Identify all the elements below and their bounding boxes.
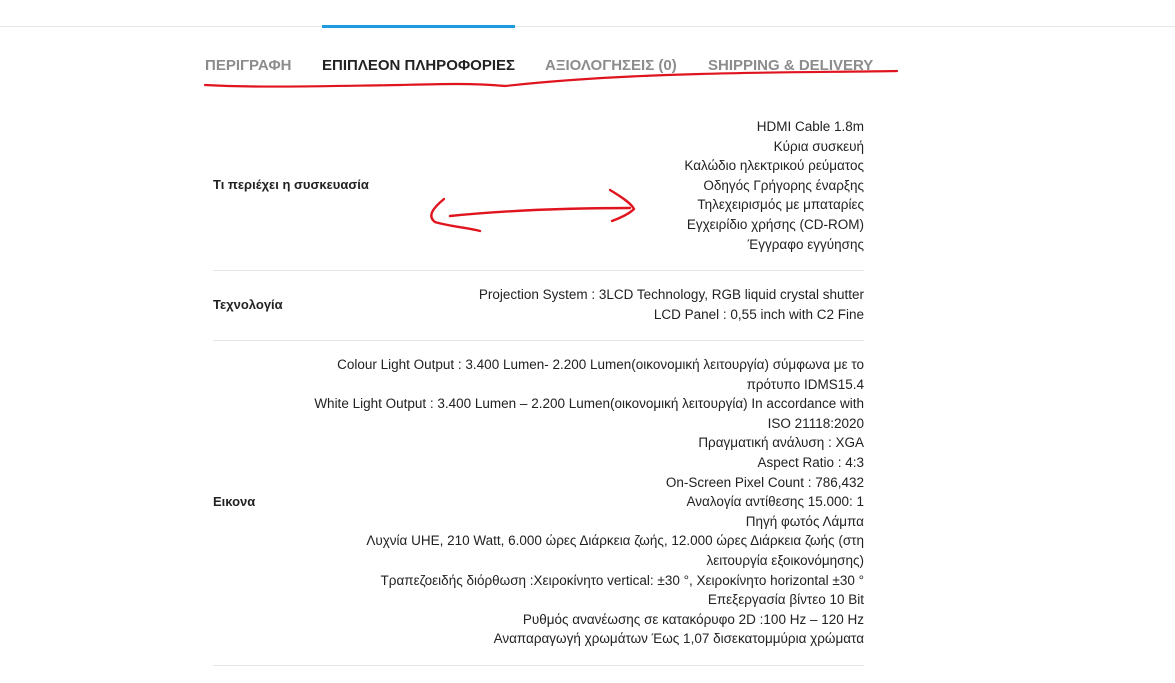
spec-value: Λυχνία UHE, 210 Watt, 6.000 ώρες Διάρκει… xyxy=(366,533,864,549)
spec-value: Τηλεχειρισμός με μπαταρίες xyxy=(697,197,864,213)
spec-value: Κύρια συσκευή xyxy=(773,138,864,154)
tab-additional-information[interactable]: ΕΠΙΠΛΕΟΝ ΠΛΗΡΟΦΟΡΙΕΣ xyxy=(322,57,515,74)
spec-value: Αναλογία αντίθεσης 15.000: 1 xyxy=(686,494,864,510)
spec-value: White Light Output : 3.400 Lumen – 2.200… xyxy=(314,396,864,412)
spec-value: Aspect Ratio : 4:3 xyxy=(757,454,864,470)
spec-value: Αναπαραγωγή χρωμάτων Έως 1,07 δισεκατομμ… xyxy=(493,631,864,647)
spec-value: On-Screen Pixel Count : 786,432 xyxy=(665,474,864,490)
spec-value: Καλώδιο ηλεκτρικού ρεύματος xyxy=(684,158,864,174)
spec-value: Πραγματική ανάλυση : XGA xyxy=(698,435,864,451)
spec-value: Εγχειρίδιο χρήσης (CD-ROM) xyxy=(686,216,864,232)
spec-value: Επεξεργασία βίντεο 10 Bit xyxy=(707,592,864,608)
spec-label-image: Εικονα xyxy=(213,494,256,509)
spec-value: Colour Light Output : 3.400 Lumen- 2.200… xyxy=(337,357,864,372)
table-row: Τι περιέχει η συσκευασία HDMI Cable 1.8m… xyxy=(213,108,864,271)
spec-value: πρότυπο IDMS15.4 xyxy=(746,376,864,392)
spec-value: Οδηγός Γρήγορης έναρξης xyxy=(703,177,864,193)
spec-values-package-contents: HDMI Cable 1.8m Κύρια συσκευή Καλώδιο ηλ… xyxy=(684,117,864,254)
tabs-top-divider xyxy=(0,26,1175,27)
tab-shipping-delivery[interactable]: SHIPPING & DELIVERY xyxy=(708,57,873,74)
table-row: Τεχνολογία Projection System : 3LCD Tech… xyxy=(213,271,864,341)
spec-values-image: Colour Light Output : 3.400 Lumen- 2.200… xyxy=(314,355,864,649)
spec-values-technology: Projection System : 3LCD Technology, RGB… xyxy=(479,285,864,324)
spec-value: HDMI Cable 1.8m xyxy=(756,119,864,134)
spec-value: Τραπεζοειδής διόρθωση :Χειροκίνητο verti… xyxy=(380,572,864,588)
spec-value: ISO 21118:2020 xyxy=(767,415,864,431)
spec-value: Projection System : 3LCD Technology, RGB… xyxy=(478,287,864,302)
table-row: Εικονα Colour Light Output : 3.400 Lumen… xyxy=(213,341,864,666)
spec-label-package-contents: Τι περιέχει η συσκευασία xyxy=(213,177,369,192)
spec-value: LCD Panel : 0,55 inch with C2 Fine xyxy=(653,306,864,322)
spec-label-technology: Τεχνολογία xyxy=(213,297,283,312)
spec-value: Πηγή φωτός Λάμπα xyxy=(745,513,864,529)
tab-reviews[interactable]: ΑΞΙΟΛΟΓΗΣΕΙΣ (0) xyxy=(545,57,677,74)
spec-value: Ρυθμός ανανέωσης σε κατακόρυφο 2D :100 H… xyxy=(522,611,864,627)
spec-value: Έγγραφο εγγύησης xyxy=(747,236,864,252)
active-tab-indicator xyxy=(322,25,515,28)
spec-value: λειτουργία εξοικονόμησης) xyxy=(706,552,864,568)
tab-description[interactable]: ΠΕΡΙΓΡΑΦΗ xyxy=(205,57,292,74)
